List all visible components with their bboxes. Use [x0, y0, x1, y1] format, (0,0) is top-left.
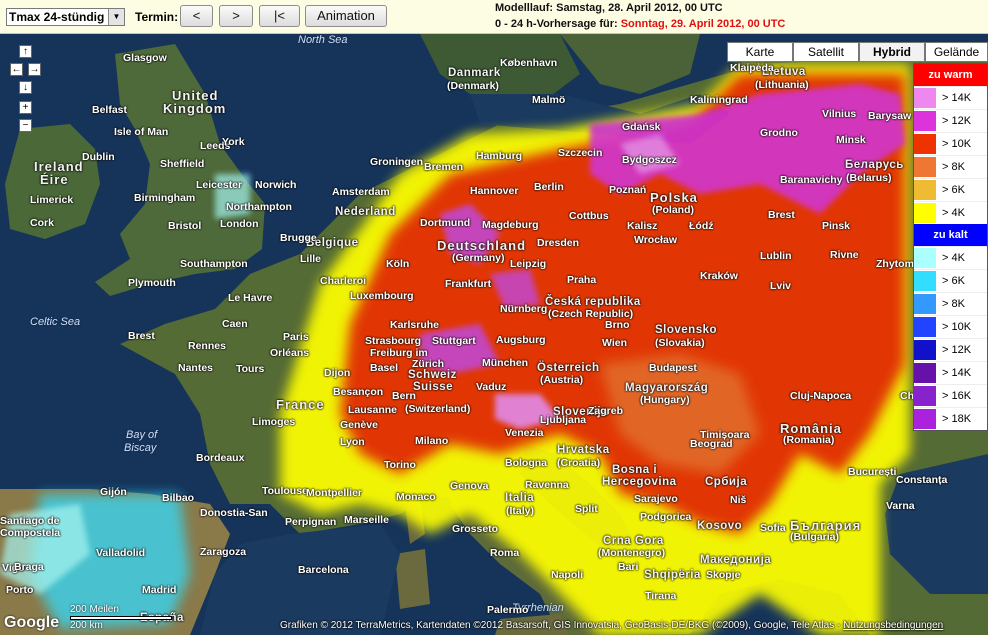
legend-cold-label: > 16K	[942, 390, 972, 402]
scale-miles: 200 Meilen	[70, 604, 119, 615]
legend-warm-label: > 10K	[942, 138, 972, 150]
legend-warm-swatch	[914, 88, 936, 108]
legend-warm-label: > 4K	[942, 207, 965, 219]
legend-cold-row: > 6K	[914, 269, 987, 292]
map-canvas[interactable]: North Sea Celtic Sea Bay of Biscay Tyrrh…	[0, 34, 988, 635]
legend-warm-row: > 14K	[914, 86, 987, 109]
legend-warm-label: > 8K	[942, 161, 965, 173]
legend-cold-label: > 6K	[942, 275, 965, 287]
map-type-hybrid[interactable]: Hybrid	[859, 42, 925, 62]
legend-warm-swatch	[914, 111, 936, 131]
legend-cold-swatch	[914, 386, 936, 406]
legend-cold-row: > 8K	[914, 292, 987, 315]
forecast-text: 0 - 24 h-Vorhersage für: Sonntag, 29. Ap…	[495, 18, 785, 30]
map-type-satellit[interactable]: Satellit	[793, 42, 859, 62]
legend-cold-row: > 14K	[914, 361, 987, 384]
map-type-karte[interactable]: Karte	[727, 42, 793, 62]
prev-button[interactable]: <	[180, 5, 213, 27]
animation-button[interactable]: Animation	[305, 5, 387, 27]
pan-right-button[interactable]: →	[28, 63, 41, 76]
legend-warm-label: > 14K	[942, 92, 972, 104]
legend-warm-swatch	[914, 203, 936, 223]
pan-up-button[interactable]: ↑	[19, 45, 32, 58]
legend-cold-row: > 18K	[914, 407, 987, 430]
legend-warm-row: > 10K	[914, 132, 987, 155]
product-select[interactable]: Tmax 24-stündig ▼	[6, 8, 125, 26]
chevron-down-icon[interactable]: ▼	[108, 9, 124, 25]
scale-km: 200 km	[70, 620, 103, 631]
copyright-text: Grafiken © 2012 TerraMetrics, Kartendate…	[280, 620, 943, 631]
map-image	[0, 34, 988, 635]
legend-warm-row: > 4K	[914, 201, 987, 224]
legend-warm-swatch	[914, 157, 936, 177]
legend-warm-row: > 6K	[914, 178, 987, 201]
next-button[interactable]: >	[219, 5, 253, 27]
legend-cold-label: > 4K	[942, 252, 965, 264]
product-select-value: Tmax 24-stündig	[9, 10, 105, 24]
legend-cold-label: > 8K	[942, 298, 965, 310]
google-logo: Google	[4, 614, 60, 631]
legend-cold-label: > 18K	[942, 413, 972, 425]
termin-label: Termin:	[135, 10, 179, 24]
toolbar: Tmax 24-stündig ▼ Termin: < > |< Animati…	[0, 0, 988, 34]
map-type-gelande[interactable]: Gelände	[925, 42, 988, 62]
copyright-label: Grafiken © 2012 TerraMetrics, Kartendate…	[280, 620, 844, 631]
first-button[interactable]: |<	[259, 5, 300, 27]
pan-left-button[interactable]: ←	[10, 63, 23, 76]
legend-cold-swatch	[914, 294, 936, 314]
legend-warm-label: > 6K	[942, 184, 965, 196]
legend-cold-row: > 10K	[914, 315, 987, 338]
legend-cold-row: > 16K	[914, 384, 987, 407]
legend-cold-swatch	[914, 317, 936, 337]
legend-cold-swatch	[914, 248, 936, 268]
legend-warm-swatch	[914, 134, 936, 154]
forecast-prefix: 0 - 24 h-Vorhersage für:	[495, 18, 621, 30]
forecast-date: Sonntag, 29. April 2012, 00 UTC	[620, 18, 786, 30]
legend-warm-title: zu warm	[914, 64, 987, 86]
legend-cold-swatch	[914, 409, 936, 429]
legend-warm-row: > 8K	[914, 155, 987, 178]
zoom-in-button[interactable]: +	[19, 101, 32, 114]
legend-cold-swatch	[914, 363, 936, 383]
legend-cold-row: > 12K	[914, 338, 987, 361]
legend-cold-label: > 14K	[942, 367, 972, 379]
scale-bar: 200 Meilen 200 km	[70, 604, 172, 632]
pan-down-button[interactable]: ↓	[19, 81, 32, 94]
legend-cold-swatch	[914, 271, 936, 291]
legend-warm-swatch	[914, 180, 936, 200]
legend-cold-row: > 4K	[914, 246, 987, 269]
legend-cold-title: zu kalt	[914, 224, 987, 246]
legend-cold-swatch	[914, 340, 936, 360]
model-run-text: Modelllauf: Samstag, 28. April 2012, 00 …	[495, 2, 723, 14]
legend-cold-label: > 12K	[942, 344, 972, 356]
legend-warm-row: > 12K	[914, 109, 987, 132]
legend: zu warm > 14K > 12K > 10K > 8K > 6K > 4K zu k…	[913, 63, 988, 431]
map-type-control: Karte Satellit Hybrid Gelände	[727, 42, 988, 62]
legend-warm-label: > 12K	[942, 115, 972, 127]
legend-cold-label: > 10K	[942, 321, 972, 333]
terms-link[interactable]: Nutzungsbedingungen	[843, 620, 943, 631]
zoom-out-button[interactable]: −	[19, 119, 32, 132]
